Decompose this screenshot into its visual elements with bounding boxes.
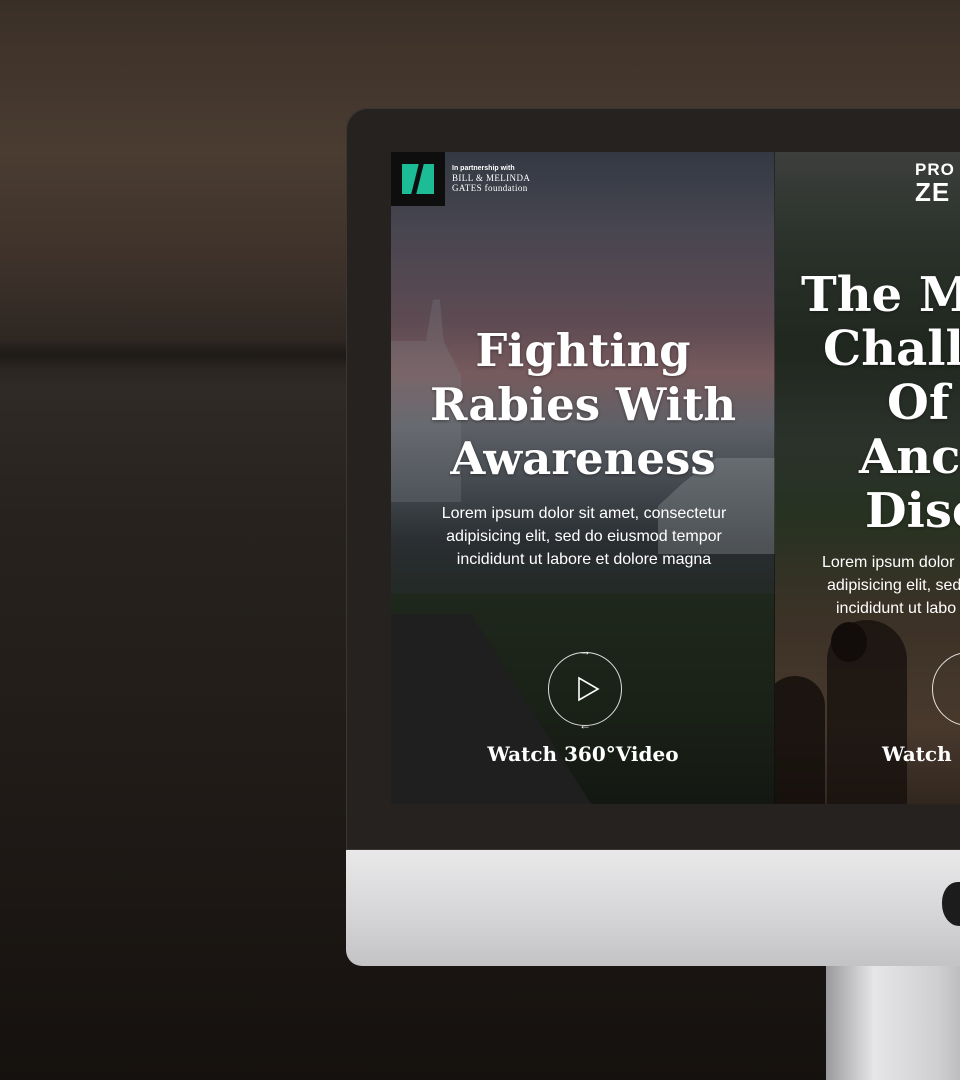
watch-360-video-link[interactable]: Watch 3 xyxy=(882,742,960,766)
play-icon xyxy=(933,653,960,725)
play-360-button[interactable] xyxy=(932,652,960,726)
play-icon xyxy=(578,676,600,702)
screen: In partnership with BILL & MELINDA GATES… xyxy=(391,152,960,804)
partner-intro: In partnership with xyxy=(452,165,515,172)
partner-credit: In partnership with BILL & MELINDA GATES… xyxy=(452,164,552,193)
rotate-arrow-icon: ← xyxy=(579,718,591,732)
play-360-button[interactable]: → ← xyxy=(548,645,622,731)
story-description: Lorem ipsum dolor sit amet, consectetur … xyxy=(441,505,727,568)
project-zero-logo-line2: ZE xyxy=(915,177,951,207)
desc-line: adipisicing elit, sed xyxy=(827,577,960,594)
desc-line: incididunt ut labo xyxy=(836,600,957,617)
project-zero-logo[interactable]: PRO ZE xyxy=(915,160,955,207)
title-line: Of xyxy=(887,375,950,431)
huffpost-mark-icon xyxy=(402,164,434,194)
title-line: Anc xyxy=(859,429,960,485)
story-title: Fighting Rabies With Awareness xyxy=(429,324,737,485)
title-line: Chall xyxy=(823,321,960,377)
watch-360-video-link[interactable]: Watch 360°Video xyxy=(391,742,775,766)
story-description: Lorem ipsum dolor adipisicing elit, sed … xyxy=(805,551,960,620)
title-line: Disc xyxy=(865,483,960,539)
monitor-stand xyxy=(826,966,960,1080)
partner-name: BILL & MELINDA GATES foundation xyxy=(452,173,530,193)
desc-line: Lorem ipsum dolor xyxy=(822,554,955,571)
story-title: The M Chall Of Anc Disc xyxy=(775,268,960,538)
huffpost-logo-icon[interactable] xyxy=(391,152,445,206)
story-panel-second[interactable]: PRO ZE The M Chall Of Anc Disc Lorem ips… xyxy=(775,152,960,804)
story-panel-rabies[interactable]: In partnership with BILL & MELINDA GATES… xyxy=(391,152,775,804)
title-line: The M xyxy=(801,267,960,323)
monitor-chin xyxy=(346,850,960,966)
